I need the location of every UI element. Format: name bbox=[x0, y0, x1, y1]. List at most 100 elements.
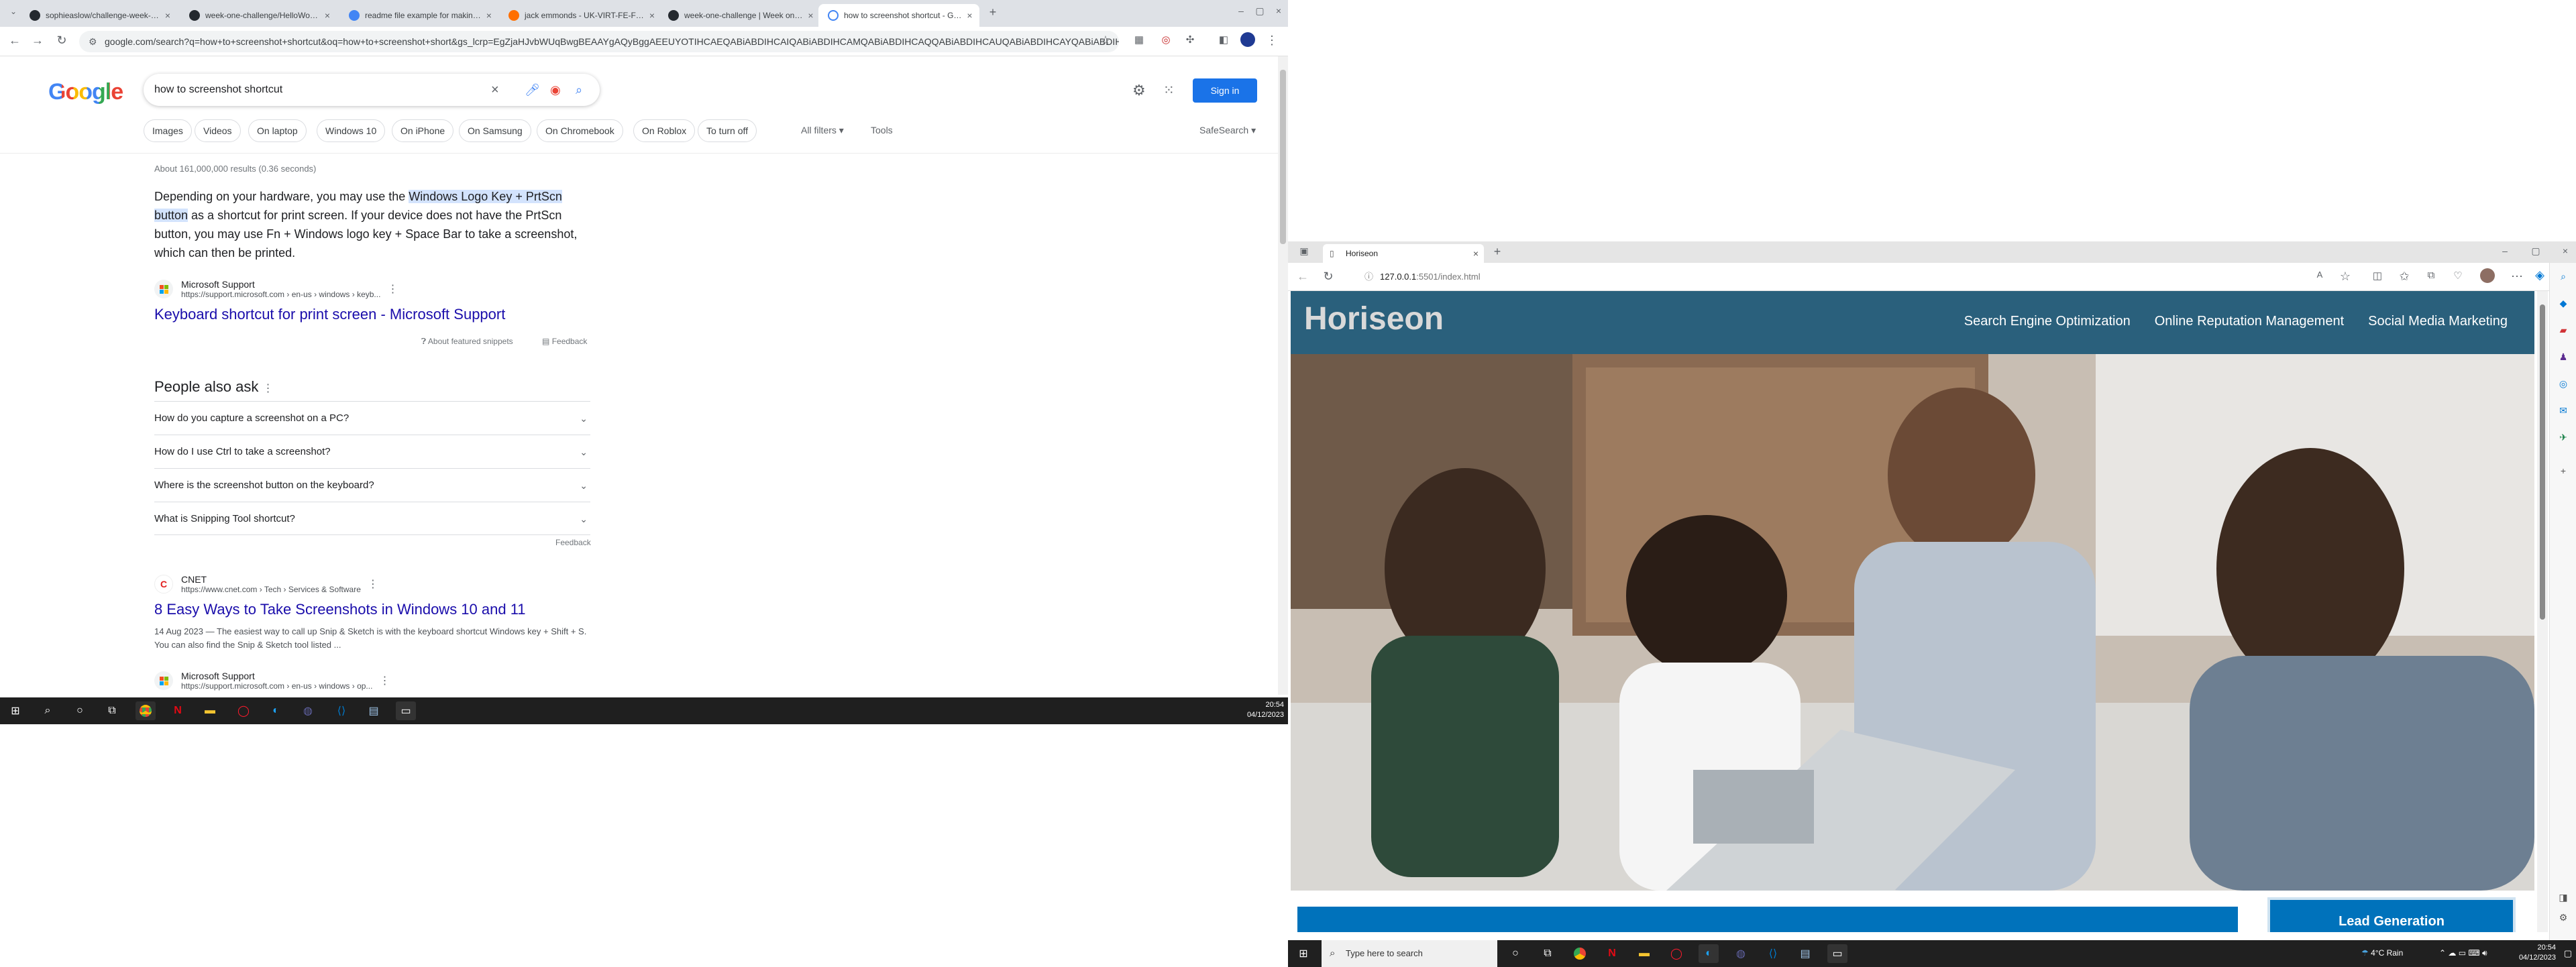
chip-images[interactable]: Images bbox=[144, 119, 192, 142]
clear-search-icon[interactable]: × bbox=[491, 74, 499, 106]
result-source-microsoft[interactable]: Microsoft Support https://support.microso… bbox=[154, 671, 390, 691]
extension-icon[interactable]: ◎ bbox=[1157, 34, 1175, 46]
back-icon[interactable]: ← bbox=[1293, 270, 1312, 284]
scrollbar-thumb[interactable] bbox=[2540, 304, 2545, 620]
sign-in-button[interactable]: Sign in bbox=[1193, 78, 1257, 103]
close-window-icon[interactable]: × bbox=[1269, 5, 1288, 16]
address-bar[interactable]: ⚙ google.com/search?q=how+to+screenshot+… bbox=[79, 31, 1119, 52]
close-icon[interactable]: × bbox=[160, 10, 170, 21]
tab-google-search[interactable]: how to screenshot shortcut - G… × bbox=[818, 4, 979, 27]
google-logo[interactable]: Google bbox=[48, 79, 123, 105]
about-featured-snippets[interactable]: ❓︎ About featured snippets bbox=[421, 337, 513, 347]
system-clock[interactable]: 20:54 04/12/2023 bbox=[2519, 943, 2556, 963]
voice-search-icon[interactable]: 🎤︎ bbox=[525, 74, 540, 106]
close-icon[interactable]: × bbox=[481, 10, 492, 21]
nav-social-media-marketing[interactable]: Social Media Marketing bbox=[2368, 314, 2508, 329]
favorites-icon[interactable]: ✩ bbox=[2395, 270, 2414, 284]
tab-actions-icon[interactable]: ▣ bbox=[1295, 245, 1313, 257]
read-aloud-icon[interactable]: A bbox=[2310, 270, 2329, 280]
system-clock[interactable]: 20:54 04/12/2023 bbox=[1247, 700, 1284, 720]
result-source-cnet[interactable]: C CNET https://www.cnet.com › Tech › Serv… bbox=[154, 574, 378, 594]
task-view-icon[interactable]: ⧉ bbox=[102, 701, 122, 720]
task-view-icon[interactable]: ⧉ bbox=[1538, 944, 1558, 963]
chip-on-roblox[interactable]: On Roblox bbox=[633, 119, 696, 142]
file-explorer-icon[interactable]: ▬ bbox=[200, 701, 220, 720]
games-icon[interactable]: ♟ bbox=[2557, 350, 2570, 363]
windows-start-icon[interactable]: ⊞ bbox=[5, 701, 25, 720]
nav-reputation-management[interactable]: Online Reputation Management bbox=[2155, 314, 2344, 329]
chip-on-chromebook[interactable]: On Chromebook bbox=[537, 119, 623, 142]
tab-jack-emmonds[interactable]: jack emmonds - UK-VIRT-FE-F… × bbox=[499, 4, 659, 27]
search-icon[interactable]: ⌕ bbox=[2557, 270, 2570, 283]
edge-app-icon[interactable]: ◐ bbox=[266, 701, 286, 720]
site-info-icon[interactable]: ⓘ bbox=[1364, 272, 1373, 282]
tools-icon[interactable]: ▰ bbox=[2557, 323, 2570, 337]
terminal-icon[interactable]: ▭ bbox=[396, 701, 416, 720]
browser-essentials-icon[interactable]: ♡ bbox=[2449, 270, 2467, 282]
extension-icon[interactable]: ▦ bbox=[1130, 34, 1148, 46]
chrome-menu-icon[interactable]: ⋮ bbox=[1263, 34, 1281, 48]
more-options-icon[interactable]: ⋮ bbox=[368, 577, 378, 591]
chip-videos[interactable]: Videos bbox=[195, 119, 241, 142]
back-icon[interactable]: ← bbox=[5, 34, 24, 48]
netflix-icon[interactable]: N bbox=[168, 701, 188, 720]
tab-github-helloworld[interactable]: week-one-challenge/HelloWo… × bbox=[180, 4, 339, 27]
new-tab-button[interactable]: + bbox=[1488, 245, 1507, 259]
paa-question[interactable]: How do you capture a screenshot on a PC?… bbox=[154, 401, 590, 435]
settings-gear-icon[interactable]: ⚙ bbox=[1132, 82, 1146, 99]
chip-on-laptop[interactable]: On laptop bbox=[248, 119, 307, 142]
search-input[interactable]: how to screenshot shortcut bbox=[154, 84, 282, 95]
hide-sidebar-icon[interactable]: ◨ bbox=[2557, 891, 2570, 904]
netflix-icon[interactable]: N bbox=[1602, 944, 1622, 963]
opera-icon[interactable]: ◯ bbox=[233, 701, 254, 720]
tab-github-challenge[interactable]: sophieaslow/challenge-week-… × bbox=[20, 4, 180, 27]
site-logo[interactable]: Horiseon bbox=[1304, 300, 1444, 337]
favorite-star-icon[interactable]: ☆ bbox=[2336, 270, 2355, 284]
featured-result-link[interactable]: Keyboard shortcut for print screen - Mic… bbox=[154, 306, 505, 323]
windows-start-icon[interactable]: ⊞ bbox=[1293, 944, 1313, 963]
page-scrollbar[interactable] bbox=[2537, 291, 2548, 932]
close-icon[interactable]: × bbox=[961, 10, 972, 21]
extensions-puzzle-icon[interactable]: ✣ bbox=[1181, 34, 1199, 46]
site-info-icon[interactable]: ⚙ bbox=[89, 31, 97, 52]
chip-windows-10[interactable]: Windows 10 bbox=[317, 119, 386, 142]
teams-icon[interactable]: ◍ bbox=[298, 701, 318, 720]
close-icon[interactable]: × bbox=[319, 10, 330, 21]
side-panel-icon[interactable]: ◧ bbox=[1214, 34, 1233, 46]
featured-source[interactable]: Microsoft Support https://support.microso… bbox=[154, 279, 398, 299]
search-icon[interactable]: ⌕ bbox=[576, 74, 582, 106]
copilot-icon[interactable]: ◈ bbox=[2530, 268, 2549, 282]
scrollbar-thumb[interactable] bbox=[1280, 70, 1286, 244]
paa-question[interactable]: How do I use Ctrl to take a screenshot? ⌄ bbox=[154, 435, 590, 468]
forward-icon[interactable]: → bbox=[28, 34, 47, 48]
paa-question[interactable]: Where is the screenshot button on the ke… bbox=[154, 468, 590, 502]
close-window-icon[interactable]: × bbox=[2556, 245, 2575, 256]
lens-icon[interactable]: ◉ bbox=[550, 74, 561, 106]
terminal-icon[interactable]: ▭ bbox=[1827, 944, 1847, 963]
weather-widget[interactable]: ☂ 4°C Rain bbox=[2361, 948, 2403, 958]
vscode-icon[interactable]: ⟨⟩ bbox=[331, 701, 352, 720]
maximize-icon[interactable]: ▢ bbox=[2526, 245, 2545, 257]
maximize-icon[interactable]: ▢ bbox=[1250, 5, 1269, 17]
microsoft-365-icon[interactable]: ◎ bbox=[2557, 377, 2570, 390]
edge-app-icon[interactable]: ◐ bbox=[1699, 944, 1719, 963]
opera-icon[interactable]: ◯ bbox=[1666, 944, 1686, 963]
search-icon[interactable]: ⌕ bbox=[38, 701, 58, 720]
notepad-icon[interactable]: ▤ bbox=[364, 701, 384, 720]
chip-to-turn-off[interactable]: To turn off bbox=[698, 119, 757, 142]
teams-icon[interactable]: ◍ bbox=[1731, 944, 1751, 963]
search-box[interactable]: how to screenshot shortcut × 🎤︎ ◉ ⌕ bbox=[144, 74, 600, 106]
all-filters-button[interactable]: All filters ▾ bbox=[801, 125, 844, 136]
chip-on-iphone[interactable]: On iPhone bbox=[392, 119, 454, 142]
nav-seo[interactable]: Search Engine Optimization bbox=[1964, 314, 2131, 329]
add-sidebar-app-icon[interactable]: + bbox=[2557, 464, 2570, 477]
close-icon[interactable]: × bbox=[644, 10, 655, 21]
tools-button[interactable]: Tools bbox=[871, 125, 893, 135]
reload-icon[interactable]: ↻ bbox=[1319, 270, 1338, 284]
edge-menu-icon[interactable]: ⋯ bbox=[2508, 270, 2526, 284]
collections-icon[interactable]: ⧉ bbox=[2422, 270, 2440, 281]
profile-avatar[interactable] bbox=[1238, 32, 1257, 50]
more-options-icon[interactable]: ⋮ bbox=[262, 383, 273, 394]
cortana-icon[interactable]: ○ bbox=[70, 701, 90, 720]
notifications-icon[interactable]: ▢ bbox=[2564, 948, 2572, 959]
